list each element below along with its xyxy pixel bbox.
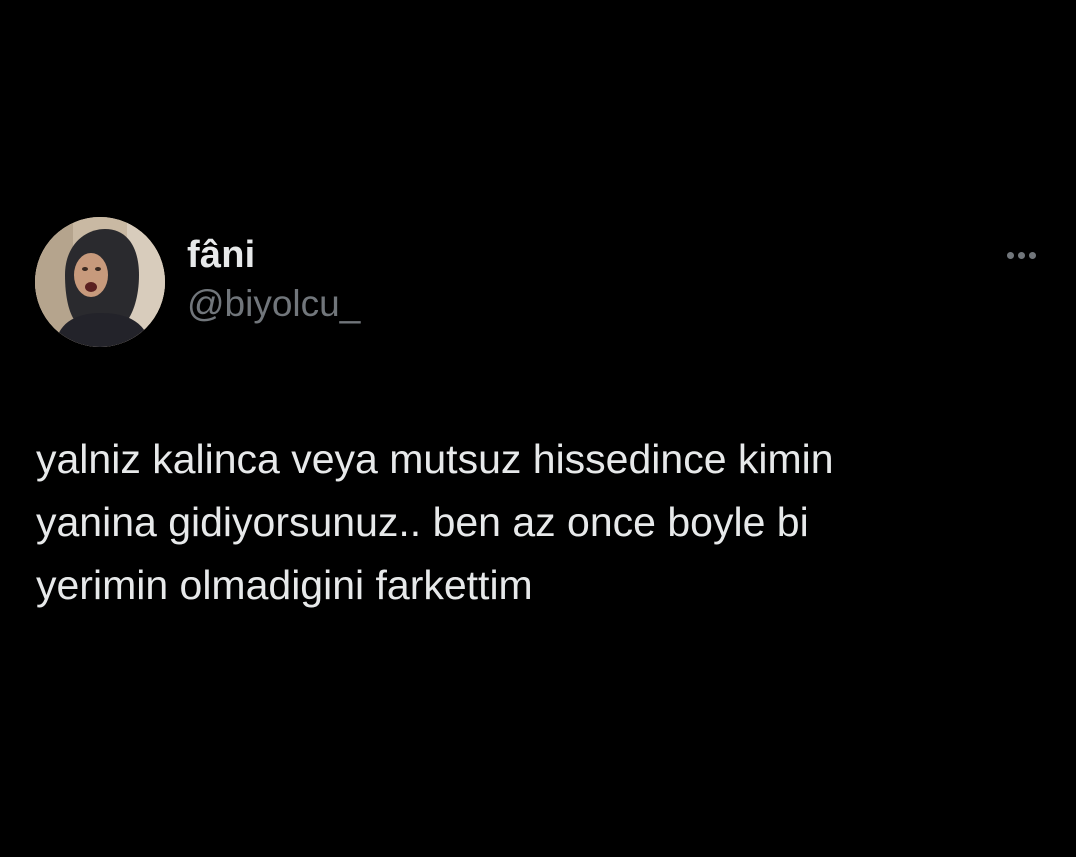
tweet-text: yalniz kalinca veya mutsuz hissedince ki… [36, 436, 834, 608]
more-horizontal-icon-dot [1017, 251, 1025, 259]
page: fâni @biyolcu_ yalniz kalinca veya mutsu… [0, 0, 1076, 857]
author-names: fâni @biyolcu_ [187, 233, 360, 326]
avatar-image [35, 217, 165, 347]
user-handle[interactable]: @biyolcu_ [187, 282, 360, 326]
more-horizontal-icon-dot [1028, 251, 1036, 259]
display-name[interactable]: fâni [187, 233, 360, 277]
avatar[interactable] [35, 217, 165, 347]
tweet: fâni @biyolcu_ yalniz kalinca veya mutsu… [0, 0, 1076, 857]
more-options-button[interactable] [997, 243, 1045, 267]
more-horizontal-icon [1006, 251, 1014, 259]
tweet-header: fâni @biyolcu_ [35, 217, 1045, 349]
